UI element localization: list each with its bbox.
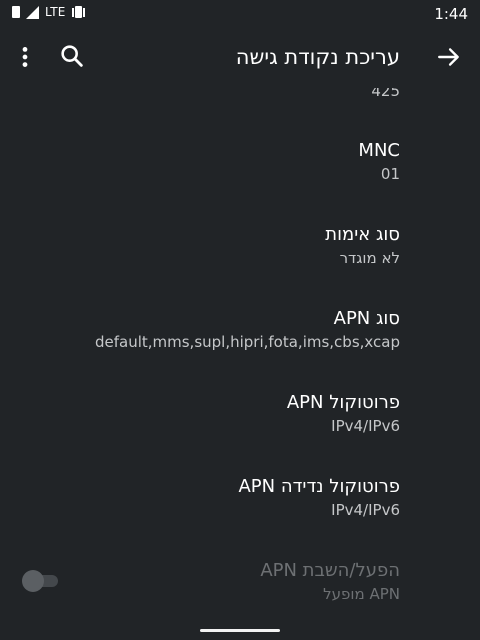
search-icon[interactable] [58, 42, 86, 70]
setting-apn-type[interactable]: סוג APN default,mms,supl,hipri,fota,ims,… [95, 308, 400, 351]
setting-value: IPv4/IPv6 [331, 501, 400, 519]
arrow-right-icon[interactable] [436, 44, 462, 70]
more-vert-icon[interactable] [14, 44, 36, 70]
signal-strength-icon [26, 5, 39, 19]
setting-auth-type[interactable]: סוג אימות לא מוגדר [325, 224, 400, 267]
setting-value: לא מוגדר [339, 249, 400, 267]
network-type: LTE [45, 5, 66, 19]
status-icons: LTE [12, 5, 85, 19]
toggle-thumb [22, 570, 44, 592]
setting-apn-enable: הפעל/השבת APN APN מופעל [260, 560, 400, 603]
page-title: עריכת נקודת גישה [235, 45, 400, 69]
apn-enable-toggle[interactable] [22, 570, 60, 592]
setting-label: הפעל/השבת APN [260, 560, 400, 581]
setting-apn-roaming-protocol[interactable]: פרוטוקול נדידה APN IPv4/IPv6 [238, 476, 400, 519]
setting-label: סוג אימות [325, 224, 400, 245]
setting-mnc[interactable]: MNC 01 [358, 140, 400, 183]
setting-label: פרוטוקול APN [286, 392, 400, 413]
setting-value: IPv4/IPv6 [331, 417, 400, 435]
status-bar: LTE 1:44 [0, 0, 480, 28]
apn-settings-list: 425 MNC 01 סוג אימות לא מוגדר סוג APN de… [0, 88, 480, 628]
setting-label: סוג APN [333, 308, 400, 329]
toolbar: עריכת נקודת גישה [0, 28, 480, 88]
setting-apn-protocol[interactable]: פרוטוקול APN IPv4/IPv6 [287, 392, 400, 435]
setting-label: פרוטוקול נדידה APN [238, 476, 400, 497]
setting-value: default,mms,supl,hipri,fota,ims,cbs,xcap [94, 333, 400, 351]
setting-label: MNC [358, 140, 400, 161]
clock: 1:44 [434, 5, 468, 23]
setting-value: 01 [380, 165, 400, 183]
sim-card-icon [12, 6, 20, 18]
navigation-handle[interactable] [200, 629, 280, 632]
setting-value: APN מופעל [323, 585, 400, 603]
screen: LTE 1:44 עריכת נקודת גישה 425 MNC 01 סוג… [0, 0, 480, 640]
vibrate-icon [71, 6, 85, 18]
partial-value-mcc: 425 [371, 88, 400, 100]
